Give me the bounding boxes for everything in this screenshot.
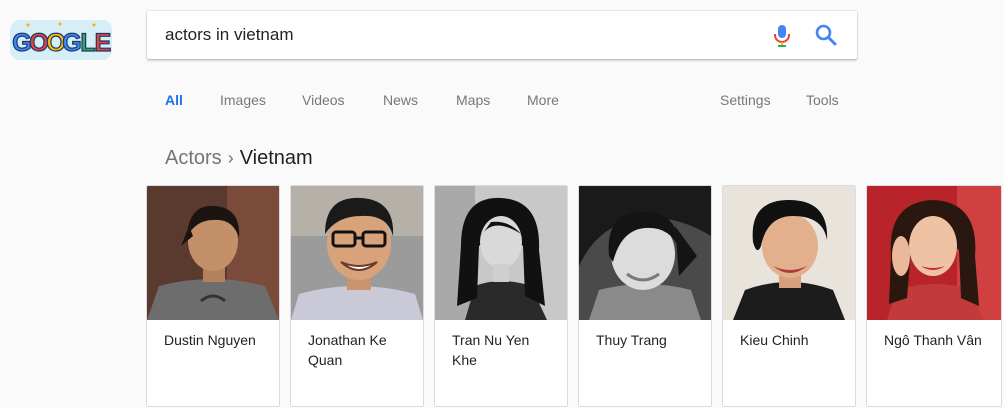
search-bar [147,11,857,59]
entity-card[interactable]: Thuy Trang [578,185,712,407]
actor-name: Jonathan Ke Quan [308,332,387,368]
actor-name: Thuy Trang [596,332,667,348]
actor-photo [147,186,279,320]
svg-text:E: E [95,29,112,57]
entity-card[interactable]: Ngô Thanh Vân [866,185,1002,407]
actor-name: Kieu Chinh [740,332,809,348]
tab-images[interactable]: Images [220,90,266,110]
microphone-icon[interactable] [771,24,793,48]
actor-photo [435,186,567,320]
actor-photo [723,186,855,320]
tab-maps[interactable]: Maps [456,90,490,110]
actor-name: Dustin Nguyen [164,332,256,348]
tab-news[interactable]: News [383,90,418,110]
breadcrumb-current: Vietnam [239,147,313,169]
tab-videos[interactable]: Videos [302,90,345,110]
actor-photo [579,186,711,320]
breadcrumb: Actors › Vietnam [165,145,313,171]
entity-card[interactable]: Jonathan Ke Quan [290,185,424,407]
entity-card[interactable]: Tran Nu Yen Khe [434,185,568,407]
settings-link[interactable]: Settings [720,90,771,110]
tools-link[interactable]: Tools [806,90,839,110]
search-input[interactable] [165,11,745,59]
tab-all[interactable]: All [165,90,183,110]
tab-more[interactable]: More [527,90,559,110]
entity-card[interactable]: Dustin Nguyen [146,185,280,407]
breadcrumb-parent[interactable]: Actors [165,147,222,169]
actor-photo [291,186,423,320]
actor-name: Tran Nu Yen Khe [452,332,530,368]
google-logo[interactable]: G O O G L E [8,18,114,62]
actor-photo [867,186,1001,320]
svg-text:L: L [80,29,95,57]
search-tabs: All Images Videos News Maps More Setting… [0,90,1004,112]
svg-text:G: G [62,29,81,57]
breadcrumb-separator: › [227,148,234,168]
entity-card[interactable]: Kieu Chinh [722,185,856,407]
actor-name: Ngô Thanh Vân [884,332,982,348]
search-icon[interactable] [814,23,838,47]
